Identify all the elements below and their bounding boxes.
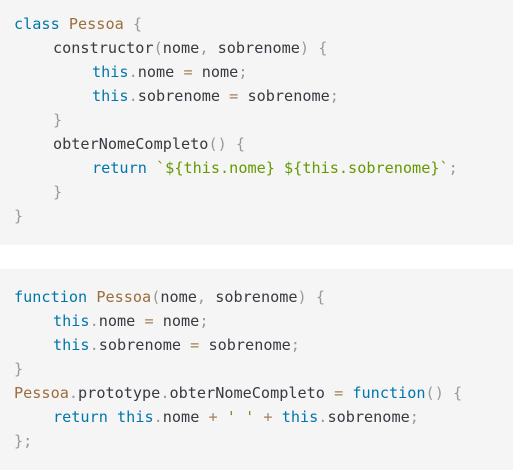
- code-line: }: [0, 357, 513, 381]
- code-token-str: ' ': [226, 408, 255, 426]
- code-token-plain: sobrenome: [206, 288, 298, 306]
- code-token-punc: ;: [199, 312, 209, 330]
- code-token-punc: }: [14, 360, 24, 378]
- code-token-plain: sobrenome: [137, 87, 230, 105]
- code-line: return `${this.nome} ${this.sobrenome}`;: [0, 156, 513, 180]
- code-token-plain: sobrenome: [327, 408, 410, 426]
- code-block-function-example: function Pessoa(nome, sobrenome) {this.n…: [0, 269, 513, 470]
- code-token-str: `${this.nome} ${this.sobrenome}`: [156, 159, 449, 177]
- code-token-punc: .: [128, 63, 138, 81]
- code-token-punc: ;: [329, 87, 339, 105]
- code-token-punc: .: [68, 384, 79, 402]
- code-line: function Pessoa(nome, sobrenome) {: [0, 285, 513, 309]
- code-token-punc: {: [453, 384, 463, 402]
- code-token-punc: (: [153, 39, 163, 57]
- code-token-punc: {: [318, 39, 328, 57]
- code-token-punc: ): [297, 288, 307, 306]
- code-line: return this.nome + ' ' + this.sobrenome;: [0, 405, 513, 429]
- code-token-kw: this: [53, 312, 90, 330]
- code-token-punc: ;: [290, 336, 300, 354]
- code-token-plain: nome: [137, 63, 184, 81]
- code-token-punc: ): [299, 39, 310, 57]
- code-token-punc: {: [235, 135, 246, 153]
- code-token-punc: .: [89, 312, 99, 330]
- code-line: }: [0, 108, 513, 132]
- code-token-kw: this: [117, 408, 154, 426]
- code-token-punc: .: [89, 336, 99, 354]
- code-token-punc: (: [151, 288, 161, 306]
- code-token-punc: (): [425, 384, 444, 402]
- code-line: }: [0, 204, 513, 228]
- code-token-plain: nome: [162, 39, 200, 57]
- code-token-kw: this: [281, 408, 319, 426]
- code-token-punc: {: [315, 288, 325, 306]
- code-token-op: =: [190, 336, 200, 354]
- code-block-class-example: class Pessoa {constructor(nome, sobrenom…: [0, 0, 513, 245]
- code-token-name: Pessoa: [14, 384, 69, 402]
- code-token-punc: (): [208, 135, 227, 153]
- code-token-kw: this: [92, 63, 129, 81]
- code-line: obterNomeCompleto() {: [0, 132, 513, 156]
- code-token-name: Pessoa: [96, 288, 152, 306]
- code-token-punc: };: [14, 432, 33, 450]
- code-line: }: [0, 180, 513, 204]
- code-token-kw: this: [53, 336, 90, 354]
- code-token-op: =: [183, 63, 193, 81]
- code-token-kw: class: [14, 15, 60, 33]
- code-token-kw: this: [92, 87, 129, 105]
- code-token-plain: obterNomeCompleto: [53, 135, 209, 153]
- code-token-op: =: [144, 312, 154, 330]
- code-token-name: Pessoa: [68, 15, 124, 33]
- code-token-plain: nome: [162, 408, 209, 426]
- code-line: constructor(nome, sobrenome) {: [0, 36, 513, 60]
- code-token-kw: return: [53, 408, 108, 426]
- code-token-plain: nome: [160, 288, 197, 306]
- code-token-plain: constructor: [53, 39, 154, 57]
- code-token-kw: function: [352, 384, 426, 402]
- code-token-op: +: [208, 408, 218, 426]
- code-token-punc: {: [132, 15, 143, 33]
- code-token-plain: obterNomeCompleto: [169, 384, 335, 402]
- code-token-op: +: [263, 408, 273, 426]
- code-token-plain: sobrenome: [208, 39, 300, 57]
- code-token-plain: sobrenome: [199, 336, 291, 354]
- code-token-plain: sobrenome: [238, 87, 330, 105]
- code-line: this.sobrenome = sobrenome;: [0, 333, 513, 357]
- code-token-plain: prototype: [78, 384, 161, 402]
- code-token-punc: }: [53, 111, 63, 129]
- code-token-punc: ;: [448, 159, 458, 177]
- code-line: this.sobrenome = sobrenome;: [0, 84, 513, 108]
- code-token-plain: nome: [153, 312, 200, 330]
- code-token-plain: sobrenome: [98, 336, 191, 354]
- code-line: };: [0, 429, 513, 453]
- code-token-kw: return: [92, 159, 147, 177]
- code-token-punc: ;: [238, 63, 248, 81]
- code-line: class Pessoa {: [0, 12, 513, 36]
- code-token-punc: ,: [196, 288, 207, 306]
- code-line: this.nome = nome;: [0, 60, 513, 84]
- code-token-punc: .: [128, 87, 138, 105]
- code-token-op: =: [334, 384, 344, 402]
- code-token-punc: .: [153, 408, 163, 426]
- code-token-punc: }: [53, 183, 63, 201]
- code-token-kw: function: [14, 288, 88, 306]
- code-line: this.nome = nome;: [0, 309, 513, 333]
- code-token-punc: ;: [409, 408, 419, 426]
- code-token-plain: nome: [98, 312, 145, 330]
- code-token-punc: }: [14, 207, 24, 225]
- code-token-plain: nome: [192, 63, 239, 81]
- code-line: Pessoa.prototype.obterNomeCompleto = fun…: [0, 381, 513, 405]
- code-token-op: =: [229, 87, 239, 105]
